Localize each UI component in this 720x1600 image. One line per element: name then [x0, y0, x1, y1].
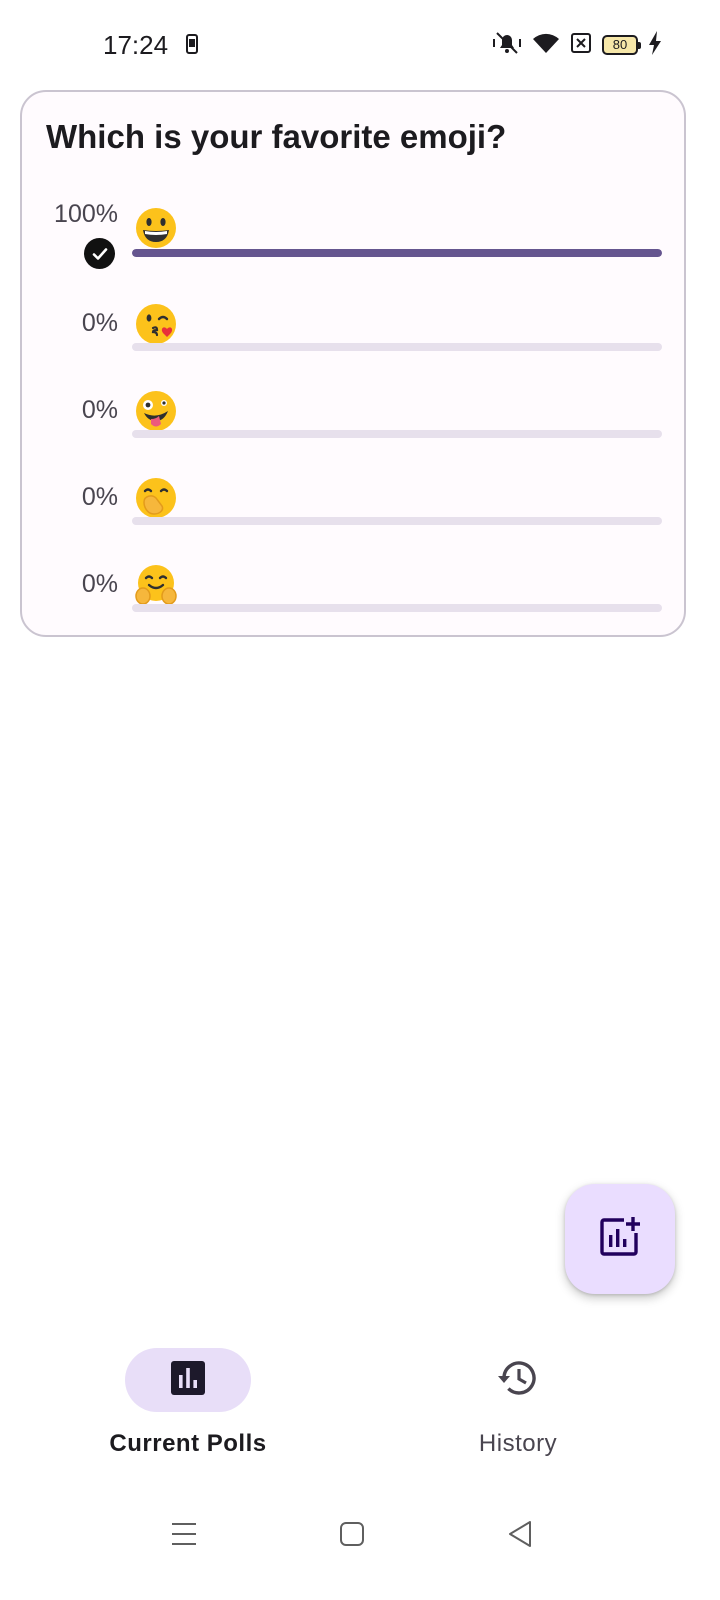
face-blowing-kiss-icon — [134, 302, 178, 346]
poll-option[interactable]: 0% — [22, 389, 684, 449]
app-screen: 17:24 80 Which is your favorite emoji? 1… — [0, 0, 720, 1600]
poll-option[interactable]: 0% — [22, 563, 684, 623]
nav-indicator — [125, 1348, 251, 1412]
nav-label-current-polls: Current Polls — [109, 1430, 267, 1457]
face-with-hand-over-mouth-icon — [134, 476, 178, 520]
notification-icon — [186, 34, 198, 59]
option-progress-bar — [132, 604, 662, 612]
option-percent: 0% — [81, 309, 118, 337]
home-icon[interactable] — [328, 1510, 376, 1558]
option-progress-bar — [132, 517, 662, 525]
poll-question: Which is your favorite emoji? — [46, 118, 507, 155]
poll-card[interactable]: Which is your favorite emoji? 100% 0% 0%… — [20, 90, 686, 637]
zany-face-icon — [134, 389, 178, 433]
charging-icon — [648, 30, 662, 60]
wifi-icon — [532, 31, 560, 60]
bottom-navigation: Current Polls History — [0, 1320, 720, 1480]
option-percent: 0% — [81, 483, 118, 511]
option-percent: 0% — [81, 396, 118, 424]
hugging-face-icon — [134, 563, 178, 607]
nav-item-current-polls[interactable]: Current Polls — [38, 1348, 338, 1468]
status-time: 17:24 — [103, 30, 169, 60]
option-percent: 100% — [54, 200, 118, 228]
nav-item-history[interactable]: History — [368, 1348, 668, 1468]
option-progress-fill — [132, 249, 662, 257]
poll-option[interactable]: 100% — [22, 200, 684, 280]
back-icon[interactable] — [496, 1510, 544, 1558]
history-icon — [496, 1356, 540, 1405]
status-icons: 80 — [492, 30, 662, 60]
status-bar: 17:24 80 — [0, 0, 720, 88]
check-icon — [84, 238, 115, 269]
option-progress-bar — [132, 249, 662, 257]
poll-option[interactable]: 0% — [22, 476, 684, 536]
option-progress-bar — [132, 430, 662, 438]
no-sim-icon — [570, 32, 592, 59]
nav-label-history: History — [478, 1430, 558, 1457]
create-poll-button[interactable] — [565, 1184, 675, 1294]
option-progress-bar — [132, 343, 662, 351]
grinning-face-icon — [134, 206, 178, 250]
bar-chart-icon — [170, 1360, 206, 1401]
vibrate-icon — [492, 30, 522, 61]
menu-icon[interactable] — [160, 1510, 208, 1558]
add-chart-icon — [598, 1215, 642, 1264]
poll-option[interactable]: 0% — [22, 302, 684, 362]
system-navigation-bar — [0, 1480, 720, 1600]
option-percent: 0% — [81, 570, 118, 598]
battery-icon: 80 — [602, 35, 641, 55]
nav-indicator — [455, 1348, 581, 1412]
